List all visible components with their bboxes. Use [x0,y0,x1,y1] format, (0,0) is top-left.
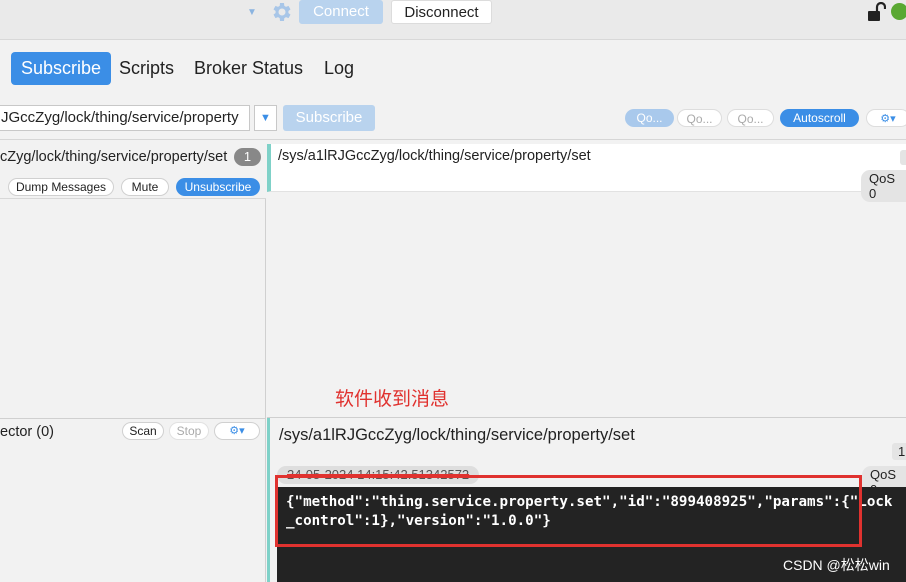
main-tabs: Subscribe Scripts Broker Status Log [0,41,906,96]
subscription-item[interactable]: cZyg/lock/thing/service/property/set 1 D… [0,141,266,199]
qos2-button[interactable]: Qo... [727,109,774,127]
annotation-text: 软件收到消息 [335,389,450,410]
disconnect-button[interactable]: Disconnect [391,0,492,24]
qos0-button[interactable]: Qo... [625,109,674,127]
detail-topic: /sys/a1lRJGccZyg/lock/thing/service/prop… [279,426,635,444]
subscription-count-badge: 1 [234,148,261,166]
app-window: ▼ Connect Disconnect Subscribe Scripts B… [0,0,906,582]
inspector-title: ector (0) [0,424,54,440]
detail-number: 1 [892,443,906,460]
subscription-topic: cZyg/lock/thing/service/property/set [0,149,228,165]
connection-toolbar: ▼ Connect Disconnect [0,0,906,40]
scan-button[interactable]: Scan [122,422,164,440]
message-topic: /sys/a1lRJGccZyg/lock/thing/service/prop… [278,148,591,164]
unsubscribe-button[interactable]: Unsubscribe [176,178,260,196]
topic-input[interactable]: JGccZyg/lock/thing/service/property [0,105,250,131]
tab-log[interactable]: Log [324,52,354,85]
gear-icon[interactable] [268,0,294,24]
dump-messages-button[interactable]: Dump Messages [8,178,114,196]
topic-dropdown-icon[interactable]: ▼ [254,105,277,131]
subscribe-bar: JGccZyg/lock/thing/service/property ▼ Su… [0,96,906,140]
qos1-button[interactable]: Qo... [677,109,722,127]
message-list-item[interactable]: /sys/a1lRJGccZyg/lock/thing/service/prop… [267,144,906,202]
autoscroll-button[interactable]: Autoscroll [780,109,859,127]
inspector-gear-icon[interactable]: ⚙▾ [214,422,260,440]
tab-broker-status[interactable]: Broker Status [194,52,303,85]
selection-strip [267,418,270,582]
message-number: 1 [900,150,906,165]
options-gear-icon[interactable]: ⚙▾ [866,109,906,127]
subscriptions-pane: cZyg/lock/thing/service/property/set 1 D… [0,141,266,582]
stop-button[interactable]: Stop [169,422,209,440]
pane-divider[interactable] [267,417,906,418]
connect-button[interactable]: Connect [299,0,383,24]
annotation-highlight-box [275,475,862,547]
connection-status-indicator [891,3,906,20]
subscribe-button[interactable]: Subscribe [283,105,375,131]
watermark: CSDN @松松win [783,557,890,573]
tab-subscribe[interactable]: Subscribe [11,52,112,85]
unlock-icon [868,2,886,21]
profile-dropdown-icon[interactable]: ▼ [247,8,259,18]
tab-scripts[interactable]: Scripts [119,52,174,85]
message-qos-badge: QoS 0 [861,170,906,202]
mute-button[interactable]: Mute [121,178,169,196]
pane-divider[interactable] [0,418,266,419]
